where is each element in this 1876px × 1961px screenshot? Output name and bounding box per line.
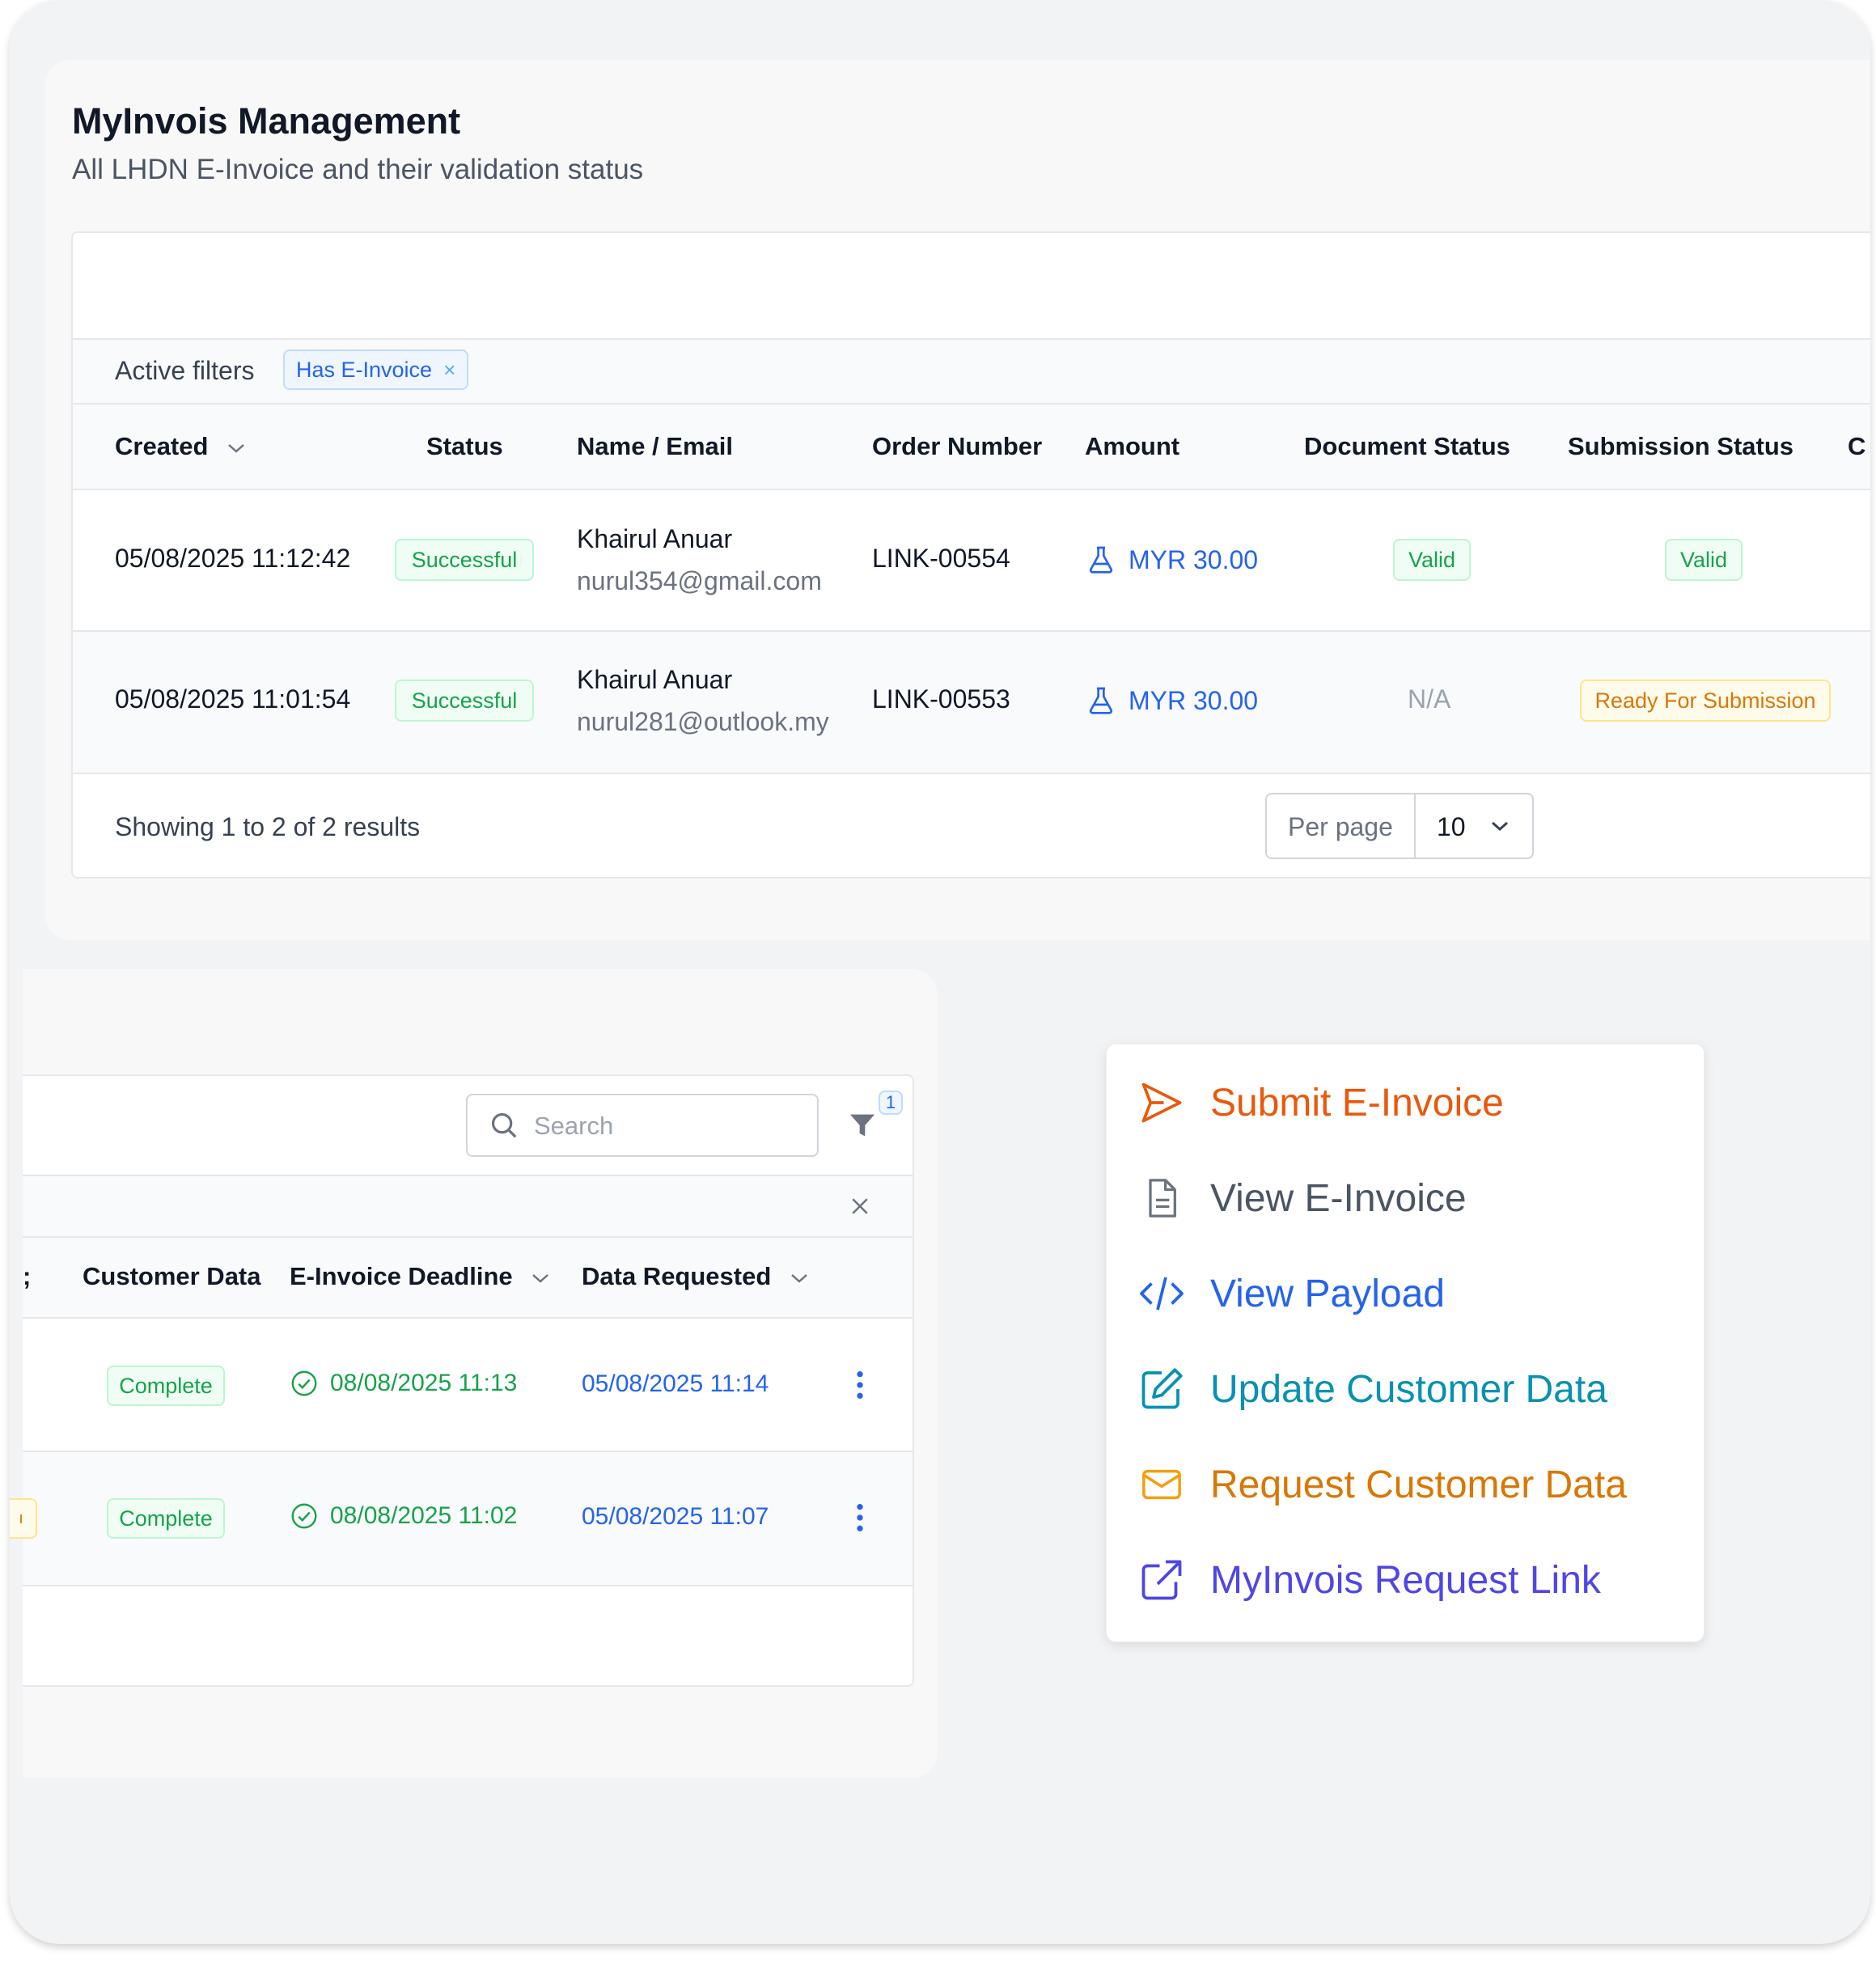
search-input[interactable]: Search: [466, 1094, 819, 1157]
col-document-status: Document Status: [1304, 432, 1510, 460]
col-created[interactable]: Created: [115, 432, 246, 461]
invoice-table-card: Active filters Has E-Invoice × Created S…: [71, 231, 1870, 879]
filter-icon[interactable]: [846, 1108, 879, 1142]
chevron-down-icon: [227, 442, 246, 455]
active-filters-label: Active filters: [115, 356, 255, 385]
per-page-value: 10: [1437, 812, 1466, 841]
col-name-email: Name / Email: [577, 432, 733, 460]
status-badge: Successful: [395, 539, 534, 581]
menu-item-view-payload[interactable]: View Payload: [1136, 1261, 1445, 1326]
page-title: MyInvois Management: [72, 100, 461, 142]
menu-item-request-customer-data[interactable]: Request Customer Data: [1136, 1452, 1627, 1517]
flask-icon: [1085, 684, 1117, 717]
status-badge: Successful: [395, 680, 534, 722]
document-status-na: N/A: [1408, 684, 1451, 714]
cell-name: Khairul Anuar: [577, 524, 733, 553]
chevron-down-icon: [531, 1272, 550, 1285]
cell-amount[interactable]: MYR 30.00: [1085, 684, 1258, 717]
results-summary: Showing 1 to 2 of 2 results: [115, 812, 421, 841]
col-amount: Amount: [1085, 432, 1180, 460]
cell-amount[interactable]: MYR 30.00: [1085, 544, 1258, 576]
page-subtitle: All LHDN E-Invoice and their validation …: [72, 154, 644, 185]
mail-icon: [1136, 1459, 1188, 1510]
flask-icon: [1085, 544, 1117, 576]
per-page-select[interactable]: Per page 10: [1265, 793, 1534, 859]
table-header: Created Status Name / Email Order Number…: [73, 404, 1870, 489]
edit-icon: [1136, 1363, 1188, 1415]
close-icon[interactable]: ×: [443, 358, 455, 383]
table-detail-panel: Search 1 ; Customer Data E-Invoice Deadl…: [10, 969, 938, 1778]
cell-order-number: LINK-00554: [872, 544, 1010, 573]
menu-item-submit-einvoice[interactable]: Submit E-Invoice: [1136, 1070, 1504, 1135]
app-frame: MyInvois Management All LHDN E-Invoice a…: [10, 0, 1870, 1944]
cell-email: nurul281@outlook.my: [577, 707, 829, 736]
menu-item-myinvois-request-link[interactable]: MyInvois Request Link: [1136, 1548, 1601, 1612]
col-order-number: Order Number: [872, 432, 1043, 460]
chevron-down-icon: [790, 1272, 809, 1285]
menu-item-update-customer-data[interactable]: Update Customer Data: [1136, 1357, 1607, 1421]
cell-deadline: 08/08/2025 11:02: [290, 1501, 517, 1531]
more-vertical-icon[interactable]: [854, 1501, 866, 1534]
table-header: ; Customer Data E-Invoice Deadline Data …: [23, 1238, 913, 1317]
customer-data-badge: Complete: [107, 1498, 225, 1539]
filter-chip[interactable]: Has E-Invoice ×: [283, 349, 469, 390]
col-einvoice-deadline[interactable]: E-Invoice Deadline: [290, 1262, 550, 1291]
active-filters-bar: Active filters Has E-Invoice ×: [73, 340, 1870, 403]
check-circle-icon: [290, 1369, 319, 1398]
customer-data-badge: Complete: [107, 1366, 225, 1406]
cell-data-requested: 05/08/2025 11:07: [582, 1503, 769, 1530]
close-icon[interactable]: [848, 1194, 872, 1218]
submission-status-badge-partial: ı: [10, 1498, 37, 1539]
cell-order-number: LINK-00553: [872, 684, 1010, 714]
col-customer-data: Customer Data: [83, 1262, 261, 1290]
menu-item-view-einvoice[interactable]: View E-Invoice: [1136, 1166, 1467, 1230]
col-cut-off: ;: [23, 1262, 32, 1290]
active-filters-bar: [23, 1176, 913, 1236]
cell-created: 05/08/2025 11:12:42: [115, 544, 351, 573]
chevron-down-icon: [1490, 819, 1510, 833]
filter-chip-label: Has E-Invoice: [296, 357, 433, 382]
cell-created: 05/08/2025 11:01:54: [115, 684, 351, 714]
filter-count-badge: 1: [879, 1091, 903, 1115]
search-icon: [489, 1110, 519, 1141]
code-icon: [1136, 1268, 1188, 1319]
col-status: Status: [426, 432, 503, 460]
invoice-table-card-right: Search 1 ; Customer Data E-Invoice Deadl…: [10, 1074, 914, 1687]
document-icon: [1136, 1172, 1188, 1224]
row-actions-menu: Submit E-Invoice View E-Invoice View Pay…: [1106, 1044, 1704, 1642]
cell-name: Khairul Anuar: [577, 665, 733, 694]
col-cut-off: C: [1848, 432, 1866, 460]
col-submission-status: Submission Status: [1568, 432, 1794, 460]
cell-email: nurul354@gmail.com: [577, 566, 822, 595]
cell-data-requested: 05/08/2025 11:14: [582, 1370, 769, 1397]
check-circle-icon: [290, 1501, 319, 1531]
col-data-requested[interactable]: Data Requested: [582, 1262, 809, 1291]
submission-status-badge: Valid: [1665, 539, 1743, 581]
more-vertical-icon[interactable]: [854, 1369, 866, 1401]
external-link-icon: [1136, 1554, 1188, 1606]
document-status-badge: Valid: [1393, 539, 1471, 581]
send-icon: [1136, 1077, 1188, 1129]
per-page-label: Per page: [1288, 812, 1393, 841]
submission-status-badge: Ready For Submission: [1580, 680, 1831, 722]
management-panel: MyInvois Management All LHDN E-Invoice a…: [45, 60, 1870, 940]
cell-deadline: 08/08/2025 11:13: [290, 1369, 517, 1398]
search-placeholder: Search: [534, 1112, 614, 1140]
